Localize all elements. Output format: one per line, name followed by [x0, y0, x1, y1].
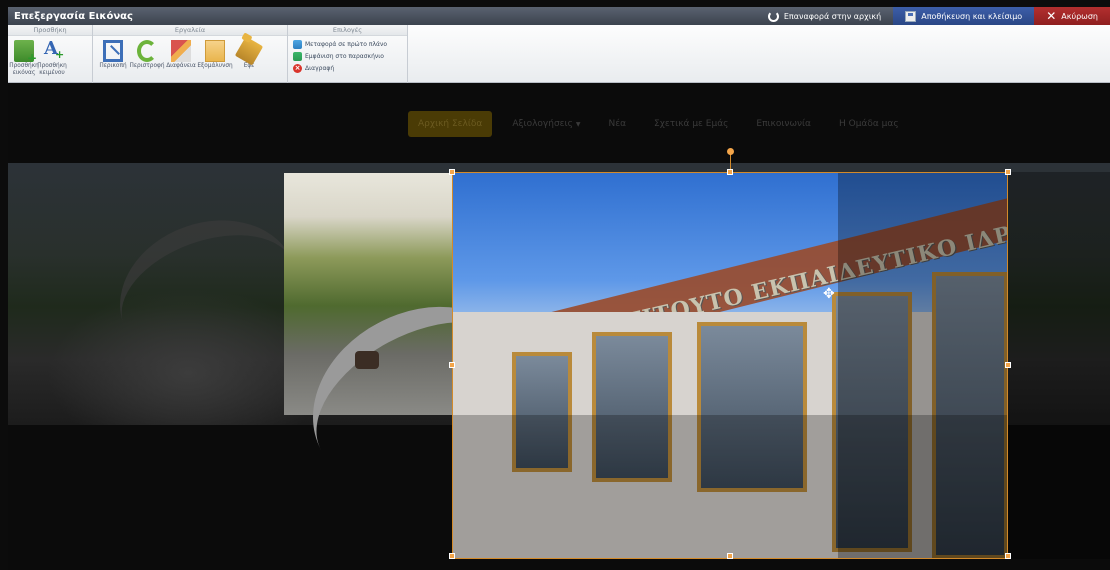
rotate-label: Περιστροφή — [129, 63, 165, 69]
rotate-icon — [137, 40, 157, 62]
add-image-button[interactable]: Προσθήκη εικόνας — [9, 38, 39, 77]
bring-front-icon — [293, 39, 302, 49]
group-title-options: Επιλογές — [288, 25, 407, 36]
delete-option[interactable]: × Διαγραφή — [288, 62, 407, 74]
group-title-add: Προσθήκη — [8, 25, 92, 36]
nav-item-contact[interactable]: Επικοινωνία — [748, 113, 819, 135]
resize-handle-e[interactable] — [1005, 362, 1011, 368]
add-image-label: Προσθήκη εικόνας — [9, 63, 39, 76]
editing-canvas[interactable]: Αρχική Σελίδα Αξιολογήσεις ▼ Νέα Σχετικά … — [8, 83, 1110, 570]
save-icon — [905, 10, 917, 22]
resize-handle-n[interactable] — [727, 169, 733, 175]
nav-item-home[interactable]: Αρχική Σελίδα — [408, 111, 493, 137]
effects-button[interactable]: Εφέ — [234, 36, 264, 70]
resize-handle-s[interactable] — [727, 553, 733, 559]
move-cursor-icon: ✥ — [823, 286, 835, 302]
rotate-button[interactable]: Περιστροφή — [129, 38, 165, 70]
ribbon-group-tools: Εργαλεία Περικοπή Περιστροφή Διαφάνεια Ε… — [93, 25, 288, 83]
transparency-label: Διαφάνεια — [166, 63, 196, 69]
resize-handle-sw[interactable] — [449, 553, 455, 559]
add-image-icon — [14, 40, 37, 65]
dim-overlay-bottom — [452, 415, 1008, 559]
rotation-handle[interactable] — [727, 148, 734, 155]
restore-original-button[interactable]: Επαναφορά στην αρχική — [756, 7, 893, 25]
save-label: Αποθήκευση και κλείσιμο — [921, 11, 1023, 21]
add-text-button[interactable]: Προσθήκη κειμένου — [37, 38, 67, 77]
nav-item-news[interactable]: Νέα — [600, 113, 634, 135]
delete-label: Διαγραφή — [305, 64, 335, 72]
nav-item-about[interactable]: Σχετικά με Εμάς — [646, 113, 736, 135]
save-and-close-button[interactable]: Αποθήκευση και κλείσιμο — [893, 7, 1035, 25]
group-title-tools: Εργαλεία — [93, 25, 287, 36]
restore-icon — [767, 10, 779, 22]
crop-button[interactable]: Περικοπή — [99, 38, 127, 70]
close-icon: ✕ — [1046, 9, 1057, 23]
ribbon-group-options: Επιλογές Μεταφορά σε πρώτο πλάνο Εμφάνισ… — [288, 25, 408, 83]
nav-item-reviews[interactable]: Αξιολογήσεις ▼ — [504, 113, 588, 135]
bring-front-label: Μεταφορά σε πρώτο πλάνο — [305, 40, 388, 48]
resize-handle-se[interactable] — [1005, 553, 1011, 559]
nav-item-team[interactable]: Η Ομάδα μας — [831, 113, 907, 135]
delete-icon: × — [293, 63, 302, 73]
send-back-icon — [293, 51, 302, 61]
resize-handle-nw[interactable] — [449, 169, 455, 175]
ribbon-group-add: Προσθήκη Προσθήκη εικόνας Προσθήκη κειμέ… — [8, 25, 93, 83]
add-text-label: Προσθήκη κειμένου — [37, 63, 67, 76]
send-to-back-option[interactable]: Εμφάνιση στο παρασκήνιο — [288, 50, 407, 62]
car-shape — [355, 351, 379, 369]
effects-icon — [234, 36, 264, 66]
transparency-button[interactable]: Διαφάνεια — [166, 38, 196, 70]
smooth-icon — [205, 40, 225, 62]
ribbon-toolbar: Προσθήκη Προσθήκη εικόνας Προσθήκη κειμέ… — [8, 25, 1110, 83]
transparency-icon — [171, 40, 191, 62]
cancel-label: Ακύρωση — [1061, 11, 1098, 21]
cancel-button[interactable]: ✕ Ακύρωση — [1034, 7, 1110, 25]
add-text-icon — [42, 38, 64, 62]
preview-nav-bar: Αρχική Σελίδα Αξιολογήσεις ▼ Νέα Σχετικά … — [408, 111, 907, 137]
send-back-label: Εμφάνιση στο παρασκήνιο — [305, 52, 384, 60]
resize-handle-w[interactable] — [449, 362, 455, 368]
crop-icon — [103, 40, 123, 62]
nav-item-reviews-label: Αξιολογήσεις — [512, 119, 573, 129]
window-title: Επεξεργασία Εικόνας — [14, 10, 133, 22]
crop-label: Περικοπή — [99, 63, 127, 69]
smooth-button[interactable]: Εξομάλυνση — [197, 38, 233, 70]
chevron-down-icon: ▼ — [575, 121, 581, 128]
resize-handle-ne[interactable] — [1005, 169, 1011, 175]
smooth-label: Εξομάλυνση — [197, 63, 233, 69]
editor-title-bar: Επεξεργασία Εικόνας Επαναφορά στην αρχικ… — [8, 7, 1110, 25]
restore-label: Επαναφορά στην αρχική — [783, 11, 882, 21]
bring-to-front-option[interactable]: Μεταφορά σε πρώτο πλάνο — [288, 38, 407, 50]
